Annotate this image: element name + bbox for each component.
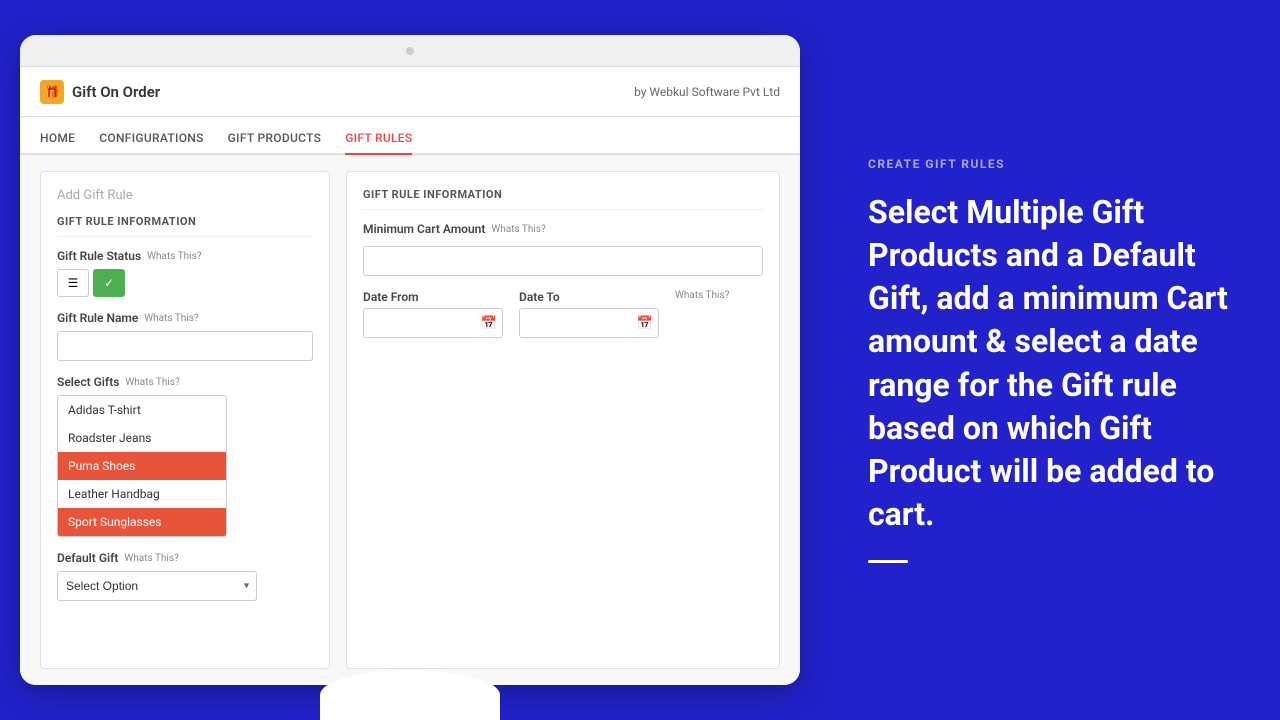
nav-gift-rules[interactable]: GIFT RULES xyxy=(345,131,412,155)
app-nav: HOME CONFIGURATIONS GIFT PRODUCTS GIFT R… xyxy=(20,117,800,155)
date-from-input[interactable] xyxy=(363,308,503,338)
date-to-field: Date To 📅 xyxy=(519,290,659,338)
min-cart-label: Minimum Cart Amount Whats This? xyxy=(363,222,763,236)
app-container: 🎁 Gift On Order by Webkul Software Pvt L… xyxy=(20,67,800,685)
date-from-label: Date From xyxy=(363,290,503,304)
create-gift-heading: CREATE GIFT RULES xyxy=(868,157,1232,171)
default-gift-group: Default Gift Whats This? Select Option A… xyxy=(57,551,313,601)
left-panel: 🎁 Gift On Order by Webkul Software Pvt L… xyxy=(0,0,820,720)
divider-line xyxy=(868,560,908,563)
default-gift-select-wrapper: Select Option Adidas T-shirt Puma Shoes … xyxy=(57,571,257,601)
gift-item-adidas[interactable]: Adidas T-shirt xyxy=(58,396,226,424)
nav-configurations[interactable]: CONFIGURATIONS xyxy=(99,131,203,153)
toggle-list-icon: ☰ xyxy=(68,276,79,290)
right-panel: CREATE GIFT RULES Select Multiple Gift P… xyxy=(820,0,1280,720)
browser-card: 🎁 Gift On Order by Webkul Software Pvt L… xyxy=(20,35,800,685)
toggle-check-btn[interactable]: ✓ xyxy=(93,269,125,297)
gift-item-puma[interactable]: Puma Shoes xyxy=(58,452,226,480)
gift-rule-name-label: Gift Rule Name Whats This? xyxy=(57,311,313,325)
date-whats-this[interactable]: Whats This? xyxy=(675,290,729,301)
select-gifts-group: Select Gifts Whats This? Adidas T-shirt … xyxy=(57,375,313,537)
toggle-check-icon: ✓ xyxy=(104,276,114,290)
gifts-select-list: Adidas T-shirt Roadster Jeans Puma Shoes… xyxy=(57,395,227,537)
bottom-curve-decoration xyxy=(320,670,500,720)
browser-indicator xyxy=(406,47,414,55)
gift-rule-status-group: Gift Rule Status Whats This? ☰ ✓ xyxy=(57,249,313,297)
name-whats-this[interactable]: Whats This? xyxy=(144,313,198,324)
breadcrumb: Add Gift Rule xyxy=(57,188,313,203)
app-main: Add Gift Rule GIFT RULE INFORMATION Gift… xyxy=(20,155,800,685)
date-range-row: Date From 📅 Date To 📅 xyxy=(363,290,763,338)
gift-item-leather[interactable]: Leather Handbag xyxy=(58,480,226,508)
status-whats-this[interactable]: Whats This? xyxy=(147,251,201,262)
logo-icon: 🎁 xyxy=(40,80,64,104)
nav-gift-products[interactable]: GIFT PRODUCTS xyxy=(228,131,322,153)
app-name: Gift On Order xyxy=(72,83,160,101)
gift-rule-status-label: Gift Rule Status Whats This? xyxy=(57,249,313,263)
date-from-wrapper: 📅 xyxy=(363,308,503,338)
toggle-group: ☰ ✓ xyxy=(57,269,313,297)
toggle-list-btn[interactable]: ☰ xyxy=(57,269,89,297)
section-title-left: GIFT RULE INFORMATION xyxy=(57,215,313,237)
section-title-right: GIFT RULE INFORMATION xyxy=(363,188,763,210)
app-logo: 🎁 Gift On Order xyxy=(40,80,160,104)
default-gift-label: Default Gift Whats This? xyxy=(57,551,313,565)
app-header: 🎁 Gift On Order by Webkul Software Pvt L… xyxy=(20,67,800,117)
gift-rule-name-input[interactable] xyxy=(57,331,313,361)
gift-item-roadster[interactable]: Roadster Jeans xyxy=(58,424,226,452)
select-gifts-label: Select Gifts Whats This? xyxy=(57,375,313,389)
nav-home[interactable]: HOME xyxy=(40,131,75,153)
left-form-panel: Add Gift Rule GIFT RULE INFORMATION Gift… xyxy=(40,171,330,669)
min-cart-group: Minimum Cart Amount Whats This? xyxy=(363,222,763,276)
content-wrapper: Add Gift Rule GIFT RULE INFORMATION Gift… xyxy=(20,155,800,685)
default-gift-select[interactable]: Select Option Adidas T-shirt Puma Shoes … xyxy=(57,571,257,601)
right-form-panel: GIFT RULE INFORMATION Minimum Cart Amoun… xyxy=(346,171,780,669)
date-to-wrapper: 📅 xyxy=(519,308,659,338)
gift-rule-name-group: Gift Rule Name Whats This? xyxy=(57,311,313,361)
default-gift-whats-this[interactable]: Whats This? xyxy=(124,553,178,564)
info-description: Select Multiple Gift Products and a Defa… xyxy=(868,191,1232,537)
min-cart-input[interactable] xyxy=(363,246,763,276)
min-cart-whats-this[interactable]: Whats This? xyxy=(491,224,545,235)
date-from-field: Date From 📅 xyxy=(363,290,503,338)
header-byline: by Webkul Software Pvt Ltd xyxy=(634,85,780,99)
date-to-label: Date To xyxy=(519,290,659,304)
gifts-whats-this[interactable]: Whats This? xyxy=(125,377,179,388)
browser-topbar xyxy=(20,35,800,67)
gift-item-sport[interactable]: Sport Sunglasses xyxy=(58,508,226,536)
date-to-input[interactable] xyxy=(519,308,659,338)
